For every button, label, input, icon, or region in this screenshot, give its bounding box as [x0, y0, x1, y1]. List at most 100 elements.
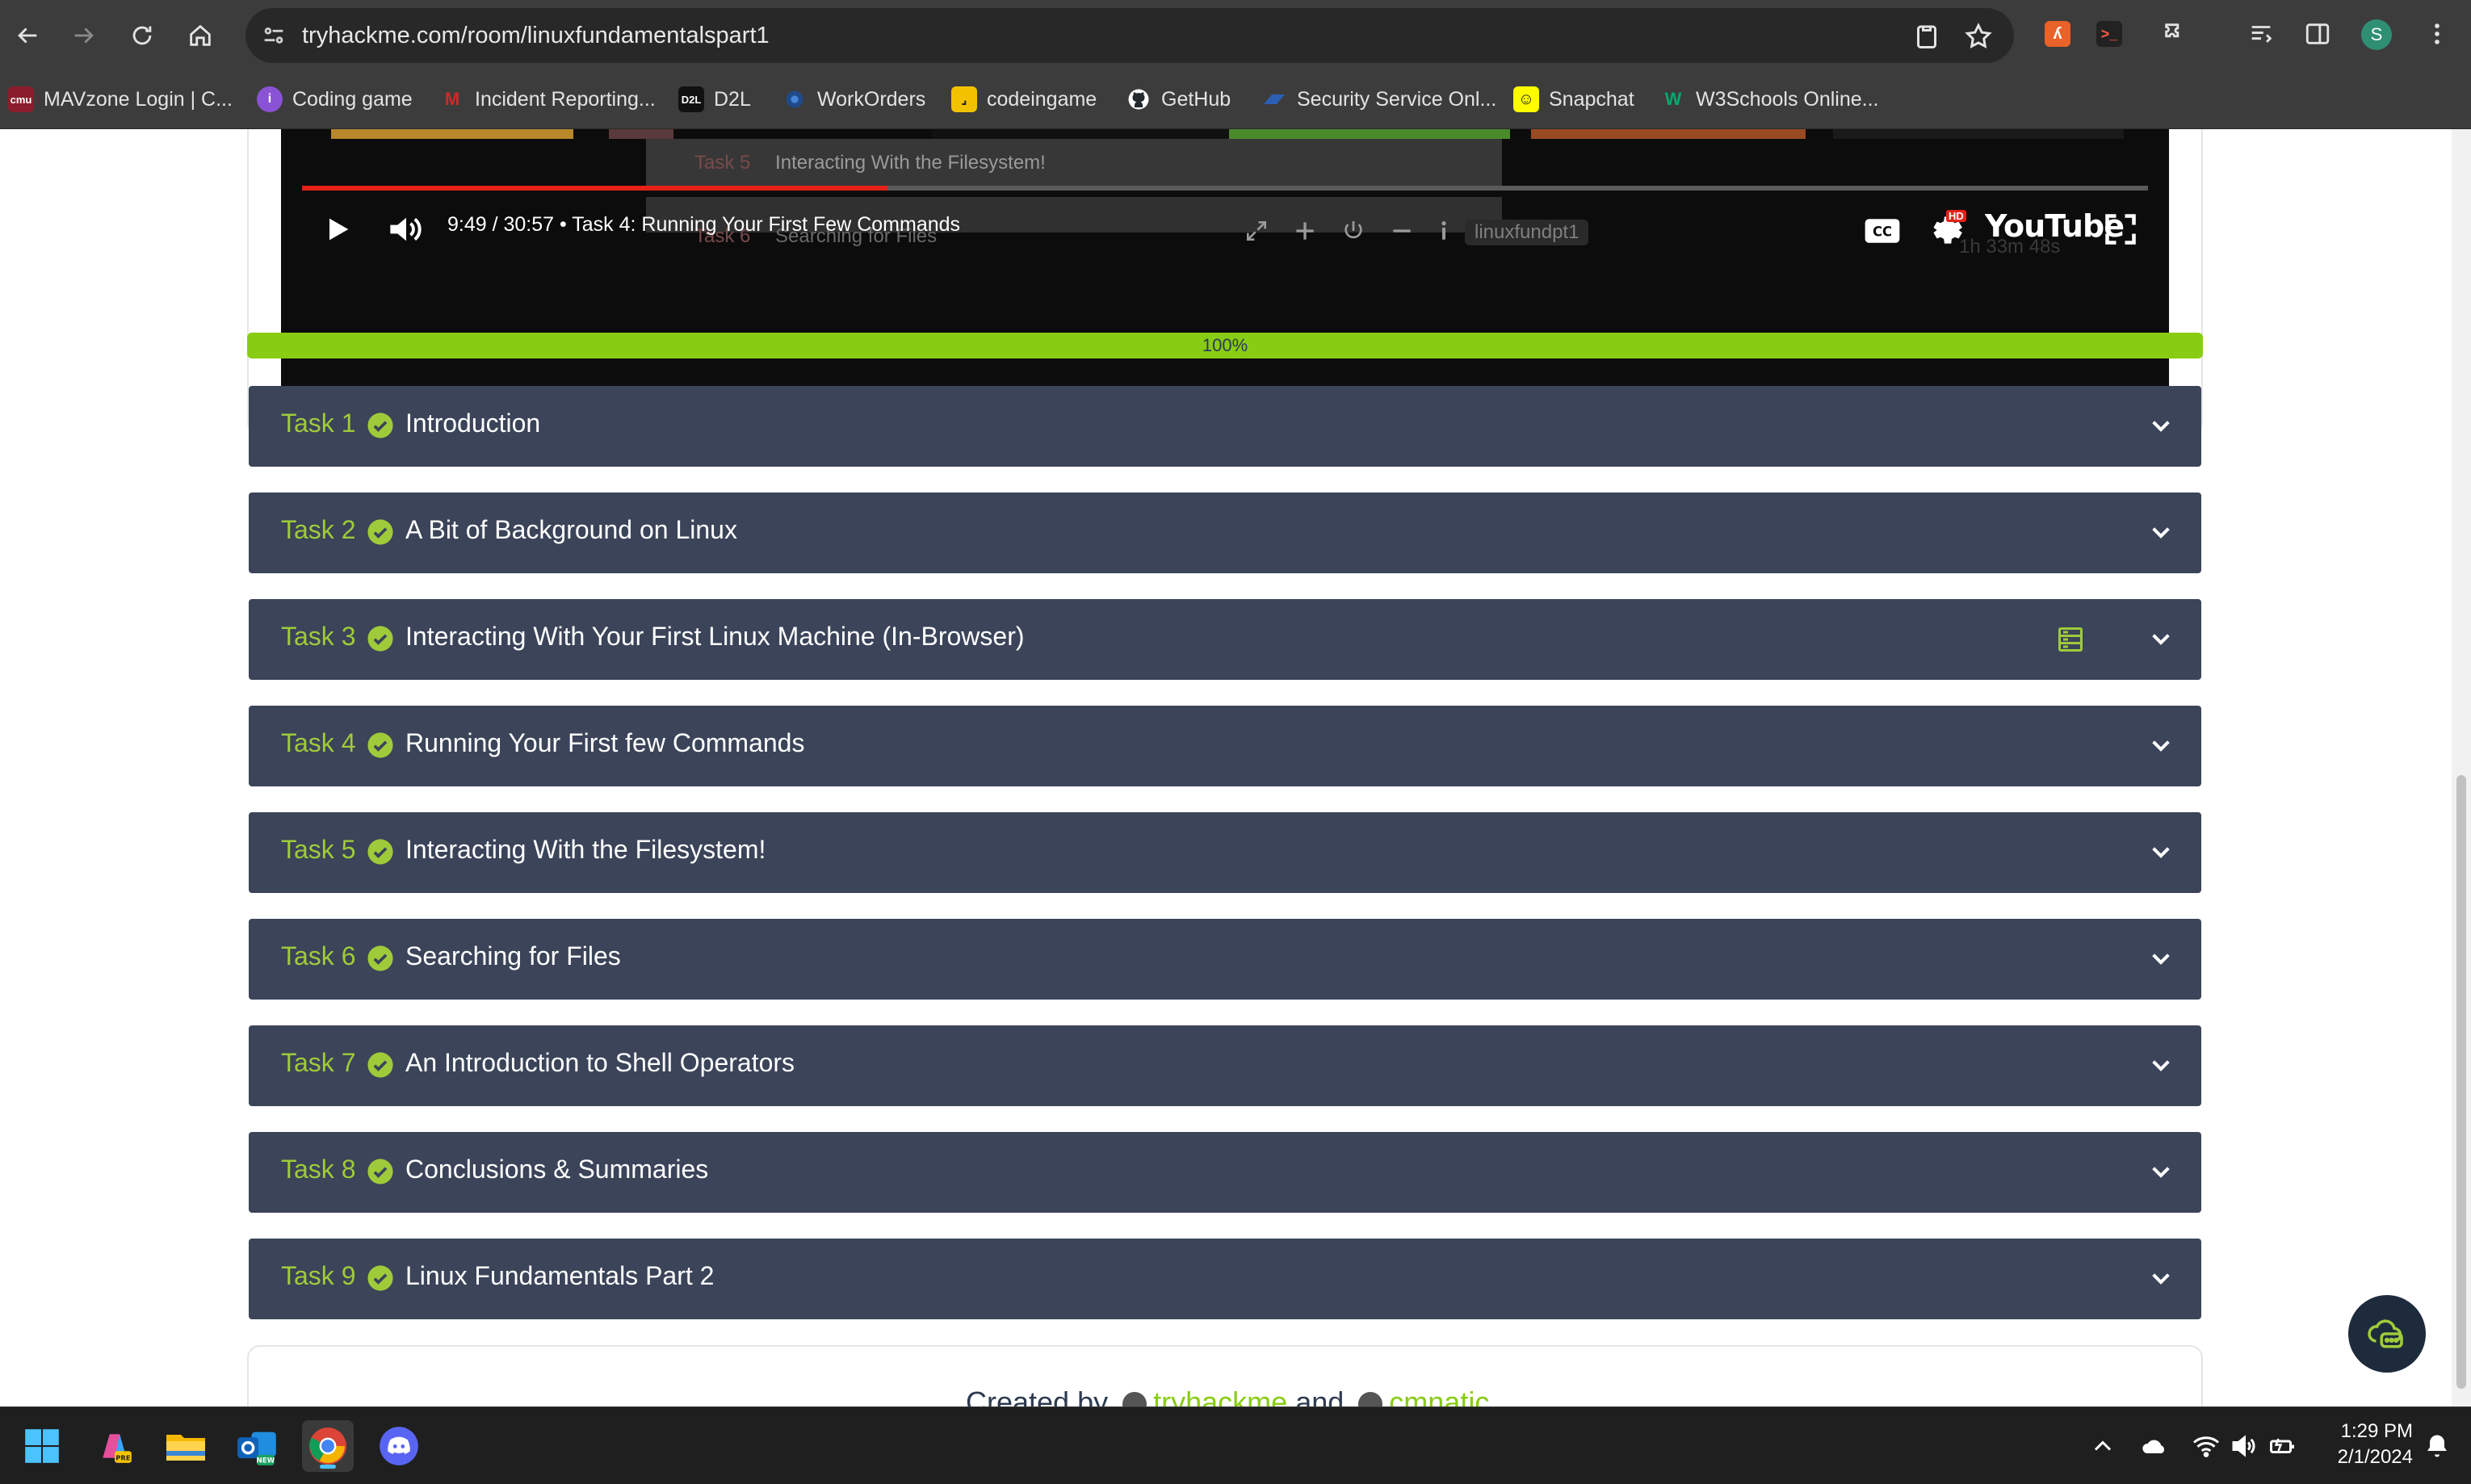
- video-overlay-task: Task 5 Interacting With the Filesystem!: [646, 139, 1502, 187]
- chevron-down-icon[interactable]: [2148, 1266, 2174, 1292]
- bookmark-label: Snapchat: [1549, 87, 1634, 111]
- task-7-header[interactable]: Task 7 An Introduction to Shell Operator…: [249, 1025, 2201, 1106]
- chat-button[interactable]: [2348, 1295, 2426, 1373]
- task-number: Task 7: [281, 1048, 356, 1077]
- bookmark-label: D2L: [714, 87, 751, 111]
- address-bar[interactable]: tryhackme.com/room/linuxfundamentalspart…: [245, 8, 2014, 63]
- check-circle-icon: [367, 519, 393, 545]
- chevron-down-icon[interactable]: [2148, 946, 2174, 972]
- back-button[interactable]: [6, 15, 48, 57]
- profile-avatar[interactable]: S: [2361, 19, 2392, 50]
- bookmark-codeingame[interactable]: ⌟ codeingame: [951, 84, 1097, 115]
- extensions-puzzle-icon[interactable]: [2159, 18, 2192, 50]
- chevron-up-icon[interactable]: [2088, 1432, 2117, 1461]
- task-title: A Bit of Background on Linux: [405, 515, 737, 544]
- clock-time: 1:29 PM: [2340, 1420, 2413, 1442]
- windows-start-button[interactable]: [16, 1420, 68, 1472]
- page-scrollbar-thumb[interactable]: [2456, 775, 2466, 1389]
- bookmark-workorders[interactable]: WorkOrders: [782, 84, 925, 115]
- bookmark-star-icon[interactable]: [1964, 22, 1993, 51]
- clipboard-icon[interactable]: [1912, 22, 1941, 51]
- power-icon[interactable]: [1340, 218, 1366, 244]
- separator-dot: •: [560, 213, 573, 236]
- outlook-app[interactable]: NEW: [231, 1420, 283, 1472]
- speaker-icon[interactable]: [2229, 1432, 2258, 1461]
- check-circle-icon: [367, 1265, 393, 1291]
- task-title: Conclusions & Summaries: [405, 1155, 709, 1184]
- side-panel-icon[interactable]: [2301, 18, 2334, 50]
- bookmark-d2l[interactable]: D2L D2L: [678, 84, 751, 115]
- bookmark-snapchat[interactable]: ☺ Snapchat: [1513, 84, 1634, 115]
- site-settings-icon[interactable]: [260, 22, 287, 49]
- author-link-cmnatic[interactable]: cmnatic: [1389, 1385, 1489, 1406]
- task-2-header[interactable]: Task 2 A Bit of Background on Linux: [249, 493, 2201, 573]
- copilot-app[interactable]: PRE: [89, 1420, 141, 1472]
- info-icon[interactable]: [1431, 218, 1457, 244]
- browser-menu-icon[interactable]: [2421, 18, 2453, 50]
- task-3-header[interactable]: Task 3 Interacting With Your First Linux…: [249, 599, 2201, 680]
- closed-captions-icon[interactable]: CC: [1864, 215, 1901, 247]
- server-machine-icon[interactable]: [2056, 625, 2085, 654]
- overlay-task-number: Task 5: [694, 152, 751, 174]
- play-icon[interactable]: [321, 212, 354, 247]
- home-icon: [190, 24, 211, 46]
- notification-bell-icon[interactable]: [2423, 1432, 2452, 1461]
- svg-text:NEW: NEW: [256, 1457, 275, 1465]
- arrow-left-icon: [18, 27, 37, 44]
- video-progress-played: [302, 186, 887, 191]
- task-6-header[interactable]: Task 6 Searching for Files: [249, 919, 2201, 1000]
- incident-icon: M: [439, 86, 465, 112]
- thumbnail-strip: [1531, 129, 1806, 139]
- bookmark-w3schools[interactable]: W W3Schools Online...: [1660, 84, 1879, 115]
- video-chapter[interactable]: Task 4: Running Your First Few Commands: [572, 213, 960, 236]
- chevron-down-icon[interactable]: [2148, 1159, 2174, 1185]
- credits-prefix: Created by: [966, 1385, 1109, 1406]
- author-link-tryhackme[interactable]: tryhackme: [1153, 1385, 1287, 1406]
- task-1-header[interactable]: Task 1 Introduction: [249, 386, 2201, 467]
- room-page: Task 5 Interacting With the Filesystem! …: [0, 129, 2471, 1406]
- bookmark-coding-game[interactable]: i Coding game: [257, 84, 413, 115]
- extension-orange-icon[interactable]: ʎ: [2041, 18, 2074, 50]
- discord-app[interactable]: [373, 1420, 425, 1472]
- arrow-right-icon: [74, 27, 94, 44]
- active-app-indicator: [320, 1465, 336, 1469]
- volume-icon[interactable]: [386, 212, 426, 247]
- overlay-task-title: Interacting With the Filesystem!: [775, 152, 1046, 174]
- chevron-down-icon[interactable]: [2148, 413, 2174, 439]
- cmnatic-avatar: [1358, 1392, 1383, 1406]
- minus-icon[interactable]: [1389, 218, 1415, 244]
- chrome-app[interactable]: [302, 1420, 354, 1472]
- task-8-header[interactable]: Task 8 Conclusions & Summaries: [249, 1132, 2201, 1213]
- fullscreen-icon[interactable]: [2103, 212, 2138, 247]
- codingame-icon: ⌟: [951, 86, 977, 112]
- extension-terminal-icon[interactable]: >_: [2093, 18, 2125, 50]
- bookmark-mavzone[interactable]: cmu MAVzone Login | C...: [8, 84, 233, 115]
- task-9-header[interactable]: Task 9 Linux Fundamentals Part 2: [249, 1239, 2201, 1319]
- expand-icon[interactable]: [1244, 218, 1269, 244]
- bookmark-github[interactable]: GetHub: [1126, 84, 1231, 115]
- chevron-down-icon[interactable]: [2148, 733, 2174, 759]
- wifi-icon[interactable]: [2192, 1432, 2221, 1461]
- chevron-down-icon[interactable]: [2148, 1053, 2174, 1079]
- system-clock[interactable]: 1:29 PM 2/1/2024: [2316, 1419, 2413, 1470]
- chevron-down-icon[interactable]: [2148, 627, 2174, 652]
- plus-icon[interactable]: [1292, 218, 1318, 244]
- home-button[interactable]: [179, 15, 221, 57]
- bookmark-incident-reporting[interactable]: M Incident Reporting...: [439, 84, 656, 115]
- task-5-header[interactable]: Task 5 Interacting With the Filesystem!: [249, 812, 2201, 893]
- file-explorer-app[interactable]: [160, 1420, 212, 1472]
- task-4-header[interactable]: Task 4 Running Your First few Commands: [249, 706, 2201, 786]
- forward-button[interactable]: [63, 15, 105, 57]
- chevron-down-icon[interactable]: [2148, 520, 2174, 546]
- onedrive-icon[interactable]: [2140, 1432, 2169, 1461]
- reload-button[interactable]: [121, 15, 163, 57]
- d2l-icon: D2L: [678, 86, 704, 112]
- chevron-down-icon[interactable]: [2148, 840, 2174, 866]
- copilot-icon: PRE: [103, 1434, 132, 1463]
- task-number: Task 8: [281, 1155, 356, 1184]
- reading-list-icon[interactable]: [2245, 18, 2277, 50]
- battery-icon[interactable]: [2268, 1432, 2297, 1461]
- bookmark-security-service[interactable]: Security Service Onl...: [1261, 84, 1496, 115]
- task-number: Task 6: [281, 941, 356, 970]
- room-progress-label: 100%: [1202, 335, 1248, 355]
